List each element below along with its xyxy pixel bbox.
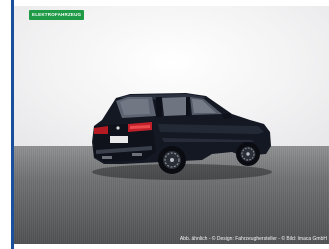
vehicle-image-gallery[interactable]: ELEKTROFAHRZEUG Abb. ähnlich - © Design:…: [14, 6, 329, 244]
electric-vehicle-badge: ELEKTROFAHRZEUG: [29, 10, 85, 20]
image-copyright-caption: Abb. ähnlich - © Design: Fahrzeugherstel…: [179, 236, 327, 242]
left-sidebar-edge: [0, 0, 14, 249]
car-photo[interactable]: [82, 80, 282, 192]
